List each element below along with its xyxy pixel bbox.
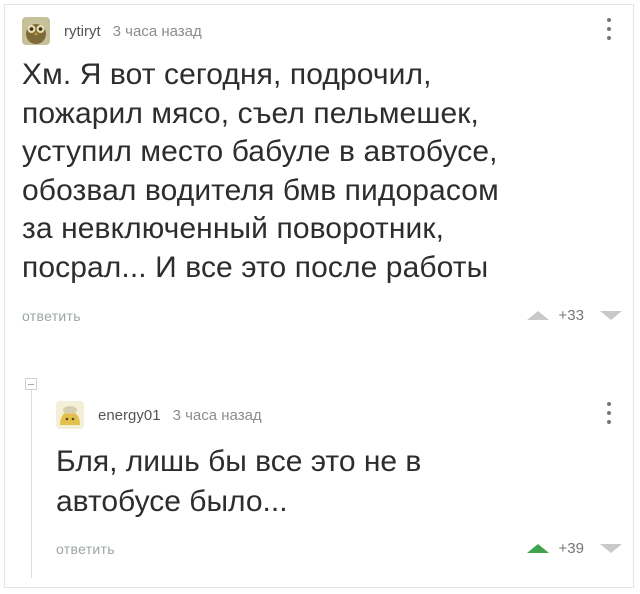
comment-time: 3 часа назад: [172, 406, 262, 424]
comment-footer: ответить +39: [56, 540, 622, 557]
reply-link[interactable]: ответить: [56, 541, 115, 557]
thread-line[interactable]: [31, 384, 32, 578]
yellow-avatar-icon: [56, 401, 84, 429]
triangle-up-icon[interactable]: [526, 544, 549, 553]
reply-link[interactable]: ответить: [22, 308, 81, 324]
collapse-minus-icon[interactable]: [25, 378, 37, 390]
owl-avatar-icon: [22, 17, 50, 45]
comment-time: 3 часа назад: [112, 22, 202, 40]
score: +39: [558, 540, 584, 557]
more-vertical-icon[interactable]: [606, 402, 612, 424]
triangle-down-icon[interactable]: [600, 544, 622, 553]
user-avatar[interactable]: [56, 401, 84, 429]
comment-1: rytiryt 3 часа назад Хм. Я вот сегодня, …: [22, 14, 622, 324]
comment-2: energy01 3 часа назад Бля, лишь бы все э…: [56, 398, 622, 557]
triangle-up-icon[interactable]: [526, 311, 549, 320]
user-avatar[interactable]: [22, 17, 50, 45]
more-vertical-icon[interactable]: [606, 18, 612, 40]
comment-header: rytiryt 3 часа назад: [22, 14, 622, 48]
triangle-down-icon[interactable]: [600, 311, 622, 320]
comment-text: Бля, лишь бы все это не в автобусе было.…: [56, 445, 422, 518]
comment-text: Хм. Я вот сегодня, подрочил, пожарил мяс…: [22, 58, 499, 284]
score: +33: [558, 307, 584, 324]
username[interactable]: rytiryt: [64, 23, 101, 40]
comment-rating: +33: [526, 307, 622, 324]
comment-rating: +39: [526, 540, 622, 557]
username[interactable]: energy01: [98, 407, 161, 424]
comment-header: energy01 3 часа назад: [56, 398, 622, 432]
comment-footer: ответить +33: [22, 307, 622, 324]
